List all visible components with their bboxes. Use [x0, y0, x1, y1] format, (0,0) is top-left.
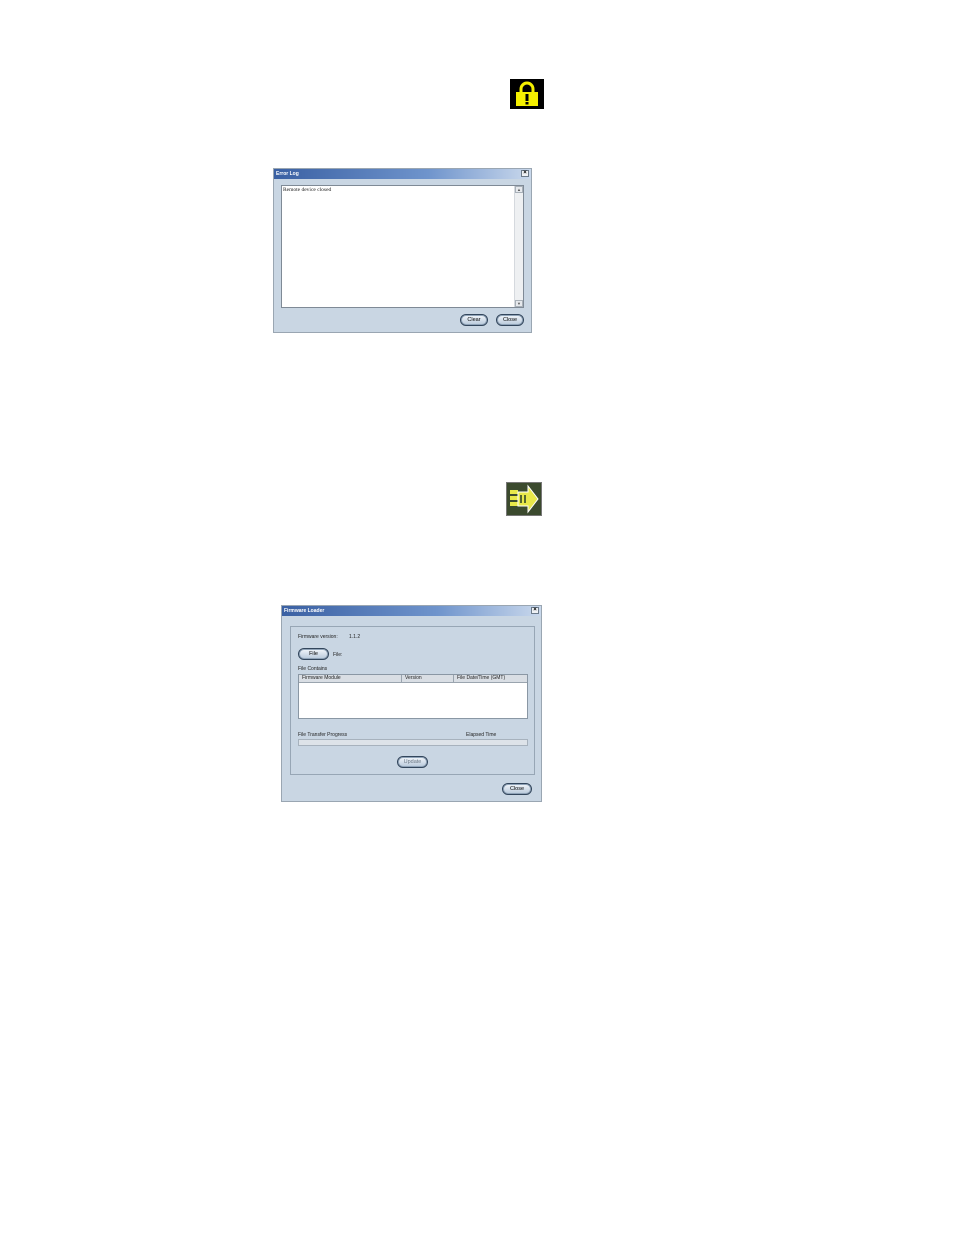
error-log-title: Error Log	[276, 171, 299, 177]
firmware-loader-close-button[interactable]: Close	[502, 783, 532, 795]
column-header-version[interactable]: Version	[402, 675, 454, 682]
error-log-dialog: Error Log × Remote device closed ▲ ▼ Cle…	[273, 168, 532, 333]
firmware-loader-dialog: Firmware Loader × Firmware version: 1.1.…	[281, 605, 542, 802]
error-log-close-button[interactable]: Close	[496, 314, 524, 326]
error-log-titlebar: Error Log ×	[274, 169, 531, 179]
lock-icon[interactable]	[510, 79, 544, 109]
elapsed-time-label: Elapsed Time	[466, 732, 497, 738]
firmware-group-box: Firmware version: 1.1.2 File File: File …	[290, 626, 535, 775]
file-contains-label: File Contains	[298, 666, 328, 672]
file-transfer-progress-bar	[298, 739, 528, 746]
file-button[interactable]: File	[298, 648, 329, 660]
firmware-version-label: Firmware version:	[298, 634, 338, 640]
scroll-down-icon[interactable]: ▼	[515, 300, 523, 307]
file-label: File:	[333, 652, 343, 658]
firmware-loader-titlebar: Firmware Loader ×	[282, 606, 541, 616]
error-log-scrollbar[interactable]: ▲ ▼	[514, 186, 523, 307]
column-header-firmware-module[interactable]: Firmware Module	[299, 675, 402, 682]
progress-label: File Transfer Progress	[298, 732, 348, 738]
firmware-version-value: 1.1.2	[349, 634, 361, 640]
table-header: Firmware Module Version File Date/Time (…	[299, 675, 527, 683]
clear-button[interactable]: Clear	[460, 314, 488, 326]
scroll-up-icon[interactable]: ▲	[515, 186, 523, 193]
firmware-loader-title: Firmware Loader	[284, 608, 325, 614]
firmware-arrow-icon[interactable]	[506, 482, 542, 516]
error-log-textarea[interactable]: Remote device closed ▲ ▼	[281, 185, 524, 308]
file-contents-table[interactable]: Firmware Module Version File Date/Time (…	[298, 674, 528, 719]
column-header-file-date[interactable]: File Date/Time (GMT)	[454, 675, 528, 682]
firmware-loader-close-icon[interactable]: ×	[531, 607, 539, 614]
error-log-close-icon[interactable]: ×	[521, 170, 529, 177]
error-log-message: Remote device closed	[283, 187, 332, 193]
update-button[interactable]: Update	[397, 756, 428, 768]
